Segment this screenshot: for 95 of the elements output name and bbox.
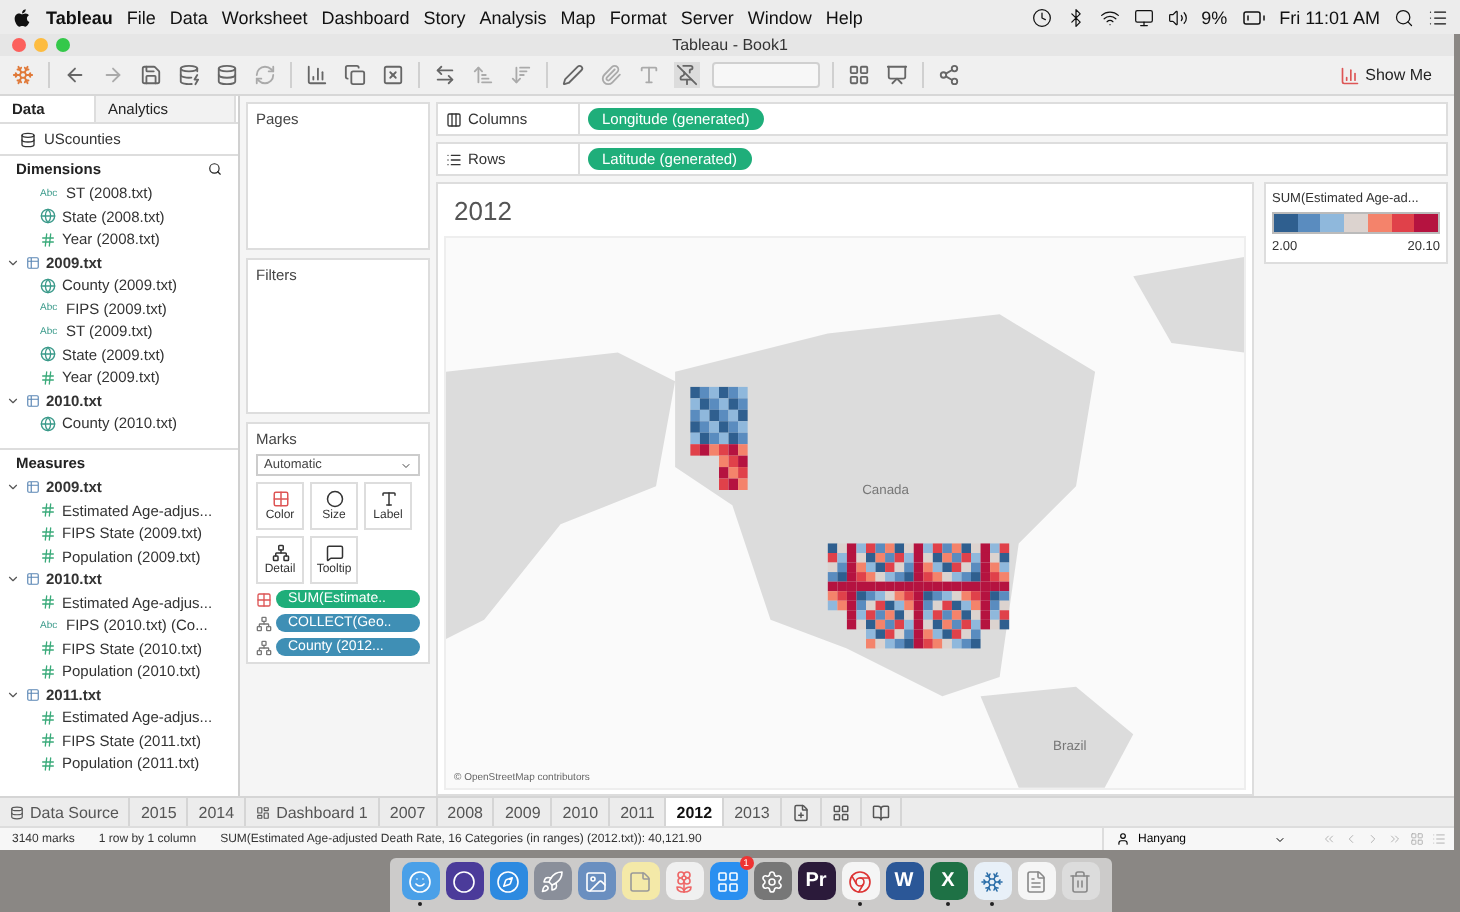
- color-icon: [256, 591, 272, 607]
- table-icon: [26, 480, 40, 495]
- duplicate-button[interactable]: [342, 62, 368, 88]
- share-button[interactable]: [936, 62, 962, 88]
- menu-item[interactable]: Worksheet: [221, 7, 308, 27]
- globe-icon: [40, 415, 56, 432]
- menu-item[interactable]: Analysis: [479, 7, 547, 27]
- hash-icon: [40, 755, 56, 772]
- bar-chart-icon: [1339, 65, 1360, 85]
- clock-icon[interactable]: [1031, 7, 1052, 27]
- volume-icon[interactable]: [1167, 7, 1188, 27]
- presentation-button[interactable]: [884, 62, 910, 88]
- battery-percent: 9%: [1201, 7, 1228, 27]
- caret-down-icon[interactable]: [6, 393, 20, 408]
- menu-item[interactable]: Map: [560, 7, 596, 27]
- app-icon[interactable]: [973, 862, 1011, 900]
- new-data-source-button[interactable]: [176, 62, 202, 88]
- bluetooth-icon[interactable]: [1065, 7, 1086, 27]
- app-letter-icon[interactable]: X: [929, 862, 967, 900]
- menu-item[interactable]: Format: [609, 7, 667, 27]
- caret-down-icon[interactable]: [6, 480, 20, 495]
- dashboard-icon: [256, 805, 271, 819]
- globe-icon: [40, 208, 56, 225]
- database-icon: [10, 805, 24, 819]
- columns-icon: [446, 111, 462, 127]
- speech-bubble-icon: [325, 544, 343, 562]
- caret-icon: [1274, 833, 1286, 845]
- menu-item[interactable]: Window: [747, 7, 812, 27]
- menu-item[interactable]: Dashboard: [321, 7, 410, 27]
- hash-icon: [40, 640, 56, 657]
- circle-icon: [325, 490, 343, 508]
- apple-icon[interactable]: [12, 7, 32, 27]
- text-icon: [379, 490, 397, 508]
- menu-item[interactable]: Help: [825, 7, 863, 27]
- database-button[interactable]: [214, 62, 240, 88]
- detail-icon: [256, 639, 272, 655]
- hash-icon: [40, 525, 56, 542]
- hash-icon: [40, 709, 56, 726]
- database-icon: [20, 131, 36, 147]
- hash-icon: [40, 369, 56, 386]
- pen-button[interactable]: [560, 62, 586, 88]
- wifi-icon[interactable]: [1099, 7, 1120, 27]
- caret-down-icon[interactable]: [6, 255, 20, 270]
- app-letter-icon[interactable]: Pr: [797, 862, 835, 900]
- window-title: Tableau - Book1: [670, 36, 790, 54]
- paperclip-button[interactable]: [598, 62, 624, 88]
- table-icon: [26, 572, 40, 587]
- app-icon[interactable]: [445, 862, 483, 900]
- display-icon[interactable]: [1133, 7, 1154, 27]
- hash-icon: [40, 231, 56, 248]
- table-icon: [26, 255, 40, 270]
- user-icon: [1116, 832, 1130, 846]
- globe-icon: [40, 346, 56, 363]
- caret-down-icon[interactable]: [6, 572, 20, 587]
- app-icon[interactable]: [841, 862, 879, 900]
- layout-button[interactable]: [846, 62, 872, 88]
- hash-icon: [40, 663, 56, 680]
- book-icon: [871, 803, 890, 821]
- app-icon[interactable]: [753, 862, 791, 900]
- hash-icon: [40, 548, 56, 565]
- detail-icon: [256, 615, 272, 631]
- logo-icon[interactable]: [10, 62, 36, 88]
- menu-item[interactable]: File: [126, 7, 156, 27]
- search-icon[interactable]: [1394, 7, 1414, 27]
- menu-item[interactable]: Tableau: [46, 7, 113, 27]
- table-icon: [26, 393, 40, 408]
- save-button[interactable]: [138, 62, 164, 88]
- caret-icon: [400, 459, 412, 471]
- app-letter-icon[interactable]: W: [885, 862, 923, 900]
- sheet-tab[interactable]: 2012: [666, 798, 725, 826]
- menu-item[interactable]: Data: [169, 7, 208, 27]
- hash-icon: [40, 594, 56, 611]
- new-sheet-icon: [791, 803, 810, 821]
- rows-icon: [446, 151, 462, 167]
- sheet-title: 2012: [452, 194, 514, 230]
- list-icon[interactable]: [1428, 7, 1448, 27]
- clock-text[interactable]: Fri 11:01 AM: [1279, 7, 1380, 27]
- color-grid-icon: [271, 490, 289, 508]
- menu-item[interactable]: Story: [423, 7, 466, 27]
- back-button[interactable]: [62, 62, 88, 88]
- swap-button[interactable]: [432, 62, 458, 88]
- hash-icon: [40, 502, 56, 519]
- search-icon[interactable]: [208, 162, 222, 176]
- menu-item[interactable]: Server: [680, 7, 734, 27]
- table-icon: [26, 687, 40, 702]
- globe-icon: [40, 277, 56, 294]
- clear-sheet-button[interactable]: [380, 62, 406, 88]
- pin-button[interactable]: [674, 62, 700, 88]
- grid-plus-icon: [831, 803, 850, 821]
- detail-icon: [271, 544, 289, 562]
- battery-icon[interactable]: [1241, 5, 1266, 29]
- new-sheet-button[interactable]: [304, 62, 330, 88]
- hash-icon: [40, 732, 56, 749]
- show-me-button[interactable]: Show Me: [1327, 63, 1444, 87]
- caret-down-icon[interactable]: [6, 687, 20, 702]
